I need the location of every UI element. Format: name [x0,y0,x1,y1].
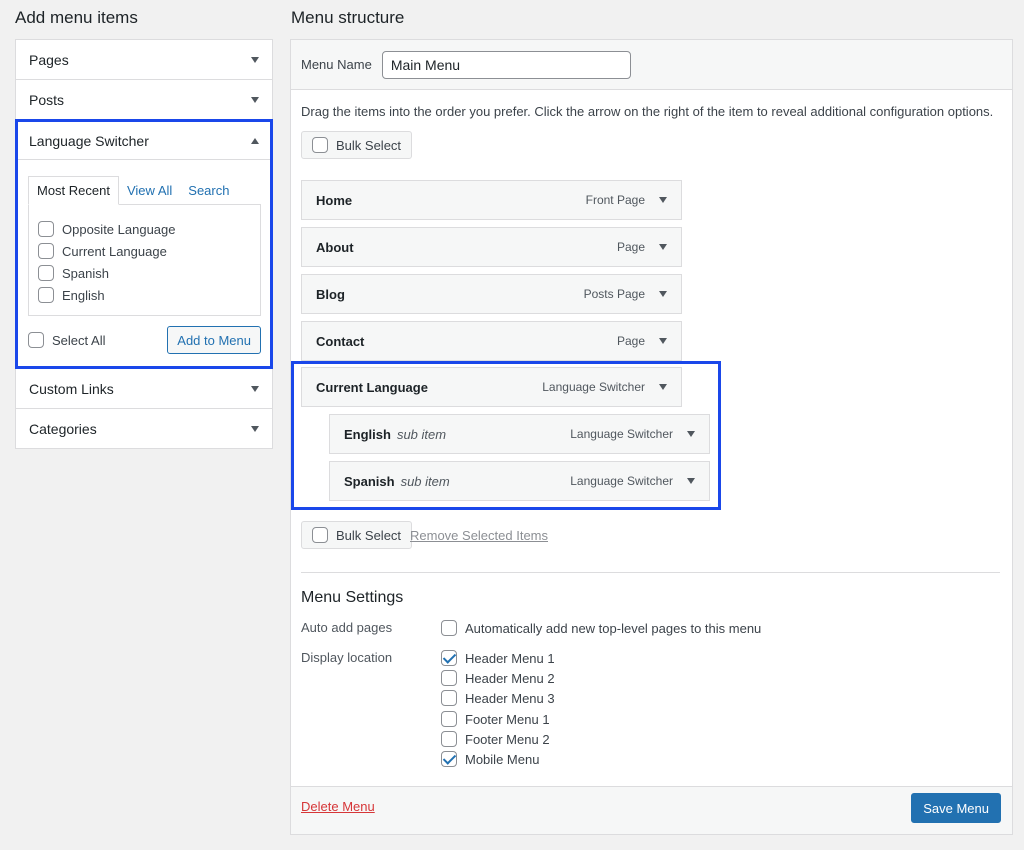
section-custom-links[interactable]: Custom Links [16,369,272,409]
save-menu-button[interactable]: Save Menu [911,793,1001,823]
checkbox[interactable] [38,243,54,259]
location-checkbox[interactable] [441,711,457,727]
bulk-select-checkbox[interactable] [312,137,328,153]
tab-view-all[interactable]: View All [119,183,180,204]
menu-item-home[interactable]: Home Front Page [301,180,682,220]
bulk-select-top[interactable]: Bulk Select [301,131,413,159]
option-english[interactable]: English [38,284,251,306]
select-all-label: Select All [52,332,106,348]
add-menu-items-accordion: Pages Posts Language Switcher Most Recen… [15,39,273,449]
auto-add-pages-label: Auto add pages [301,620,393,635]
location-label: Header Menu 1 [465,650,555,666]
chevron-down-icon[interactable] [251,425,259,432]
auto-add-checkbox[interactable] [441,620,457,636]
option-label: Spanish [62,265,109,281]
menu-name-bar: Menu Name Main Menu [291,40,1012,90]
chevron-down-icon[interactable] [659,244,667,250]
chevron-down-icon[interactable] [659,291,667,297]
add-menu-items-title: Add menu items [15,8,138,27]
location-checkbox[interactable] [441,731,457,747]
chevron-down-icon[interactable] [251,385,259,392]
language-switcher-tabs: Most Recent View All Search [28,176,261,205]
section-categories[interactable]: Categories [16,409,272,448]
menu-structure-panel: Menu Name Main Menu Drag the items into … [290,39,1013,835]
checkbox[interactable] [38,221,54,237]
menu-item-blog[interactable]: Blog Posts Page [301,274,682,314]
location-checkbox[interactable] [441,650,457,666]
menu-item-title: Home [316,192,353,208]
section-language-switcher-label: Language Switcher [29,132,149,149]
menu-item-type: Front Page [585,193,645,207]
option-label: English [62,287,105,303]
delete-menu-link[interactable]: Delete Menu [301,799,375,814]
section-language-switcher: Language Switcher Most Recent View All S… [15,119,273,369]
tab-search[interactable]: Search [180,183,237,204]
menu-item-contact[interactable]: Contact Page [301,321,682,361]
chevron-up-icon[interactable] [251,137,259,144]
bulk-select-label: Bulk Select [336,527,402,543]
menu-instructions: Drag the items into the order you prefer… [301,104,994,119]
section-custom-links-label: Custom Links [29,380,114,397]
chevron-down-icon[interactable] [251,56,259,63]
select-all-checkbox[interactable] [28,332,44,348]
option-label: Opposite Language [62,221,176,237]
location-label: Header Menu 2 [465,670,555,686]
display-location-label: Display location [301,650,393,665]
location-label: Footer Menu 2 [465,731,550,747]
section-posts[interactable]: Posts [16,80,272,120]
remove-selected-items-link[interactable]: Remove Selected Items [410,528,548,543]
menu-item-type: Posts Page [583,287,645,301]
location-footer-menu-1[interactable]: Footer Menu 1 [441,711,550,727]
location-label: Mobile Menu [465,751,540,767]
menu-footer-bar: Delete Menu Save Menu [291,786,1012,834]
menu-item-title: Contact [316,333,365,349]
language-options-panel: Opposite Language Current Language Spani… [28,204,261,316]
location-checkbox[interactable] [441,670,457,686]
section-language-switcher-header[interactable]: Language Switcher [18,122,270,160]
location-checkbox[interactable] [441,751,457,767]
auto-add-pages-option[interactable]: Automatically add new top-level pages to… [441,620,761,636]
settings-divider [301,572,1000,573]
checkbox[interactable] [38,287,54,303]
bulk-select-label: Bulk Select [336,137,402,153]
menu-item-type: Page [616,240,645,254]
menu-item-about[interactable]: About Page [301,227,682,267]
section-posts-label: Posts [29,91,65,108]
location-header-menu-1[interactable]: Header Menu 1 [441,650,555,666]
menu-item-title: About [316,239,354,255]
checkbox[interactable] [38,265,54,281]
tab-most-recent[interactable]: Most Recent [28,176,119,205]
location-footer-menu-2[interactable]: Footer Menu 2 [441,731,550,747]
menu-name-label: Menu Name [301,57,372,72]
location-header-menu-3[interactable]: Header Menu 3 [441,690,555,706]
section-pages[interactable]: Pages [16,40,272,80]
option-label: Current Language [62,243,167,259]
bulk-select-checkbox[interactable] [312,527,328,543]
section-categories-label: Categories [29,420,97,437]
location-header-menu-2[interactable]: Header Menu 2 [441,670,555,686]
select-all[interactable]: Select All [28,329,105,351]
bulk-select-bottom[interactable]: Bulk Select [301,521,413,549]
option-spanish[interactable]: Spanish [38,262,251,284]
section-pages-label: Pages [29,51,69,68]
chevron-down-icon[interactable] [251,96,259,103]
option-opposite-language[interactable]: Opposite Language [38,218,251,240]
chevron-down-icon[interactable] [659,338,667,344]
chevron-down-icon[interactable] [659,197,667,203]
menu-structure-title: Menu structure [291,8,405,27]
language-items-highlight [291,361,721,510]
menu-settings-title: Menu Settings [301,589,404,606]
menu-name-input[interactable]: Main Menu [381,50,631,79]
menu-item-type: Page [616,334,645,348]
location-checkbox[interactable] [441,690,457,706]
add-to-menu-button[interactable]: Add to Menu [167,326,261,354]
option-current-language[interactable]: Current Language [38,240,251,262]
location-mobile-menu[interactable]: Mobile Menu [441,751,539,767]
location-label: Footer Menu 1 [465,711,550,727]
location-label: Header Menu 3 [465,690,555,706]
auto-add-option-label: Automatically add new top-level pages to… [465,620,762,636]
menu-item-title: Blog [316,286,345,302]
